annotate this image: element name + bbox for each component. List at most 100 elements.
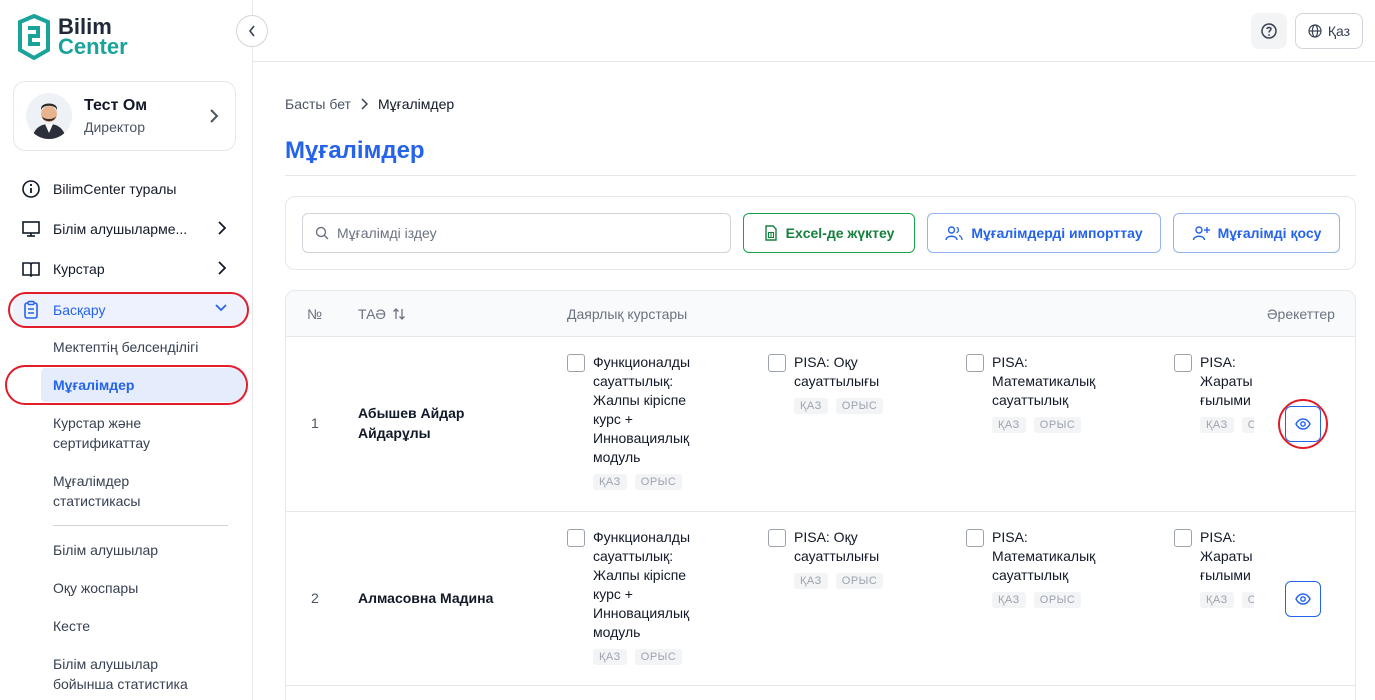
course-item: PISA: Жараты ғылыми ҚАЗ ОРЫС: [1174, 528, 1254, 608]
course-title-line: Инновациялық: [593, 430, 690, 446]
divider: [53, 525, 228, 526]
sidebar-item-label: Курстар: [53, 261, 105, 277]
view-button[interactable]: [1285, 581, 1321, 617]
info-icon: [20, 178, 42, 200]
chevron-right-icon: [361, 98, 368, 110]
course-title-line: сауаттылығы: [794, 548, 880, 564]
profile-card[interactable]: Тест Ом Директор: [13, 81, 236, 151]
teacher-name[interactable]: Абышев Айдар Айдарұлы: [358, 403, 528, 443]
course-title-line: Жараты: [1200, 373, 1253, 389]
sidebar-item-learners[interactable]: Білім алушыларме...: [20, 215, 230, 243]
language-tags: ҚАЗ ОРЫС: [593, 474, 690, 490]
breadcrumb-current: Мұғалімдер: [377, 96, 455, 112]
profile-role: Директор: [84, 119, 145, 135]
course-title-line: PISA:: [992, 354, 1028, 370]
help-button[interactable]: [1251, 13, 1287, 49]
users-icon: [945, 226, 963, 241]
course-item: PISA: Оқу сауаттылығы ҚАЗ ОРЫС: [768, 528, 884, 589]
course-title: PISA: Математикалық сауаттылық: [992, 528, 1095, 585]
course-item: PISA: Жараты ғылыми ҚАЗ ОРЫС: [1174, 353, 1254, 433]
search-input[interactable]: [337, 225, 717, 241]
language-tag: ҚАЗ: [992, 592, 1026, 608]
sidebar-collapse-button[interactable]: [236, 15, 268, 47]
language-tag: ОРЫС: [1241, 592, 1254, 608]
sort-icon: [393, 308, 405, 320]
course-checkbox[interactable]: [1174, 354, 1192, 372]
language-tag: ОРЫС: [835, 573, 884, 589]
language-tags: ҚАЗ ОРЫС: [794, 573, 884, 589]
course-title-line: сауаттылық: [992, 392, 1069, 408]
globe-icon: [1308, 24, 1322, 38]
search-box[interactable]: [302, 213, 731, 253]
language-tags: ҚАЗ ОРЫС: [1200, 592, 1254, 608]
language-tags: ҚАЗ ОРЫС: [1200, 417, 1254, 433]
row-number: 2: [311, 590, 319, 606]
course-title: PISA: Жараты ғылыми: [1200, 528, 1254, 585]
toolbar: Excel-де жүктеу Мұғалімдерді импорттау М…: [285, 196, 1356, 270]
brand-logo[interactable]: Bilim Center: [16, 14, 128, 60]
sidebar-item-courses[interactable]: Курстар: [20, 255, 230, 283]
import-teachers-button[interactable]: Мұғалімдерді импорттау: [927, 213, 1161, 253]
add-teacher-button[interactable]: Мұғалімді қосу: [1173, 213, 1340, 253]
chevron-right-icon: [218, 221, 226, 235]
language-tag: ОРЫС: [1033, 417, 1082, 433]
course-item: Функционалды сауаттылық: Жалпы кіріспе к…: [567, 353, 690, 490]
course-checkbox[interactable]: [966, 529, 984, 547]
subnav-item-learners[interactable]: Білім алушылар: [53, 540, 158, 560]
course-title-line: PISA:: [992, 529, 1028, 545]
course-checkbox[interactable]: [768, 529, 786, 547]
language-tag: ҚАЗ: [794, 398, 828, 414]
course-checkbox[interactable]: [966, 354, 984, 372]
subnav-item-teacher-stats[interactable]: Мұғалімдер статистикасы: [53, 471, 140, 511]
column-header-name[interactable]: ТАӘ: [358, 306, 406, 322]
bilimcenter-logo-icon: [18, 14, 50, 60]
subnav-item-learner-stats[interactable]: Білім алушылар бойынша статистика: [53, 654, 188, 694]
button-label: Excel-де жүктеу: [785, 225, 895, 241]
course-title-line: сауаттылық:: [593, 373, 674, 389]
course-title: PISA: Жараты ғылыми: [1200, 353, 1254, 410]
user-avatar-icon: [26, 93, 72, 139]
subnav-item-plan[interactable]: Оқу жоспары: [53, 578, 138, 598]
table-header: № ТАӘ Даярлық курстары Әрекеттер: [286, 291, 1355, 337]
monitor-icon: [20, 218, 42, 240]
button-label: Мұғалімді қосу: [1217, 225, 1322, 241]
course-item: PISA: Математикалық сауаттылық ҚАЗ ОРЫС: [966, 353, 1095, 433]
language-tags: ҚАЗ ОРЫС: [992, 592, 1095, 608]
course-item: PISA: Математикалық сауаттылық ҚАЗ ОРЫС: [966, 528, 1095, 608]
subnav-item-schedule[interactable]: Кесте: [53, 616, 90, 636]
subnav-item-courses-certification[interactable]: Курстар және сертификаттау: [53, 413, 150, 453]
file-spreadsheet-icon: [764, 225, 777, 241]
teacher-name-line: Айдарұлы: [358, 425, 431, 441]
subnav-label-line: Курстар және: [53, 415, 142, 431]
language-tag: ОРЫС: [1033, 592, 1082, 608]
sidebar-item-label: Білім алушыларме...: [53, 221, 188, 237]
course-title-line: PISA:: [1200, 529, 1236, 545]
breadcrumb-home[interactable]: Басты бет: [285, 96, 351, 112]
course-checkbox[interactable]: [768, 354, 786, 372]
course-title-line: сауаттылық: [992, 567, 1069, 583]
subnav-item-activity[interactable]: Мектептің белсенділігі: [53, 337, 198, 357]
teacher-name[interactable]: Алмасовна Мадина: [358, 588, 528, 608]
course-title-line: сауаттылық:: [593, 548, 674, 564]
divider: [285, 175, 1356, 176]
course-title-line: Жалпы кіріспе: [593, 392, 687, 408]
help-circle-icon: [1261, 23, 1277, 39]
teacher-name-line: Алмасовна Мадина: [358, 590, 494, 606]
eye-icon: [1295, 418, 1311, 430]
subnav-item-teachers[interactable]: Мұғалімдер: [41, 368, 245, 402]
course-checkbox[interactable]: [567, 529, 585, 547]
course-checkbox[interactable]: [567, 354, 585, 372]
language-button[interactable]: Қаз: [1295, 13, 1363, 49]
user-plus-icon: [1192, 226, 1210, 241]
course-checkbox[interactable]: [1174, 529, 1192, 547]
clipboard-list-icon: [20, 299, 42, 321]
sidebar-item-about[interactable]: BilimCenter туралы: [20, 175, 230, 203]
sidebar-item-manage[interactable]: Басқару: [13, 293, 247, 327]
language-tag: ОРЫС: [634, 474, 683, 490]
top-bar: Қаз: [253, 0, 1375, 62]
view-button[interactable]: [1285, 406, 1321, 442]
column-header-num: №: [307, 306, 323, 322]
excel-download-button[interactable]: Excel-де жүктеу: [743, 213, 915, 253]
course-item: PISA: Оқу сауаттылығы ҚАЗ ОРЫС: [768, 353, 884, 414]
course-title-line: курс +: [593, 411, 633, 427]
